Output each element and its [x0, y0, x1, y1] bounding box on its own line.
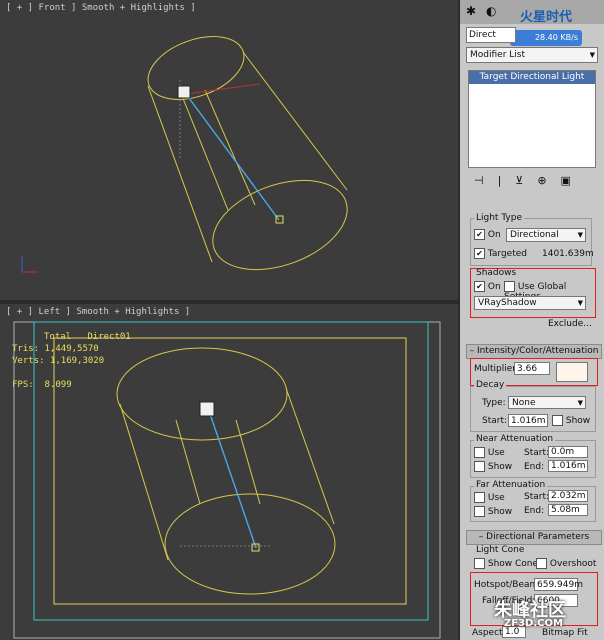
- near-use-checkbox[interactable]: Use: [474, 447, 505, 458]
- light-cone-title: Light Cone: [474, 545, 527, 555]
- chevron-down-icon: ▼: [577, 299, 583, 307]
- viewport-front[interactable]: [ + ] Front ] Smooth + Highlights ]: [0, 0, 458, 300]
- light-type-dropdown[interactable]: Directional ▼: [506, 228, 586, 242]
- chevron-down-icon: ▼: [577, 231, 583, 239]
- create-tab-icon[interactable]: ◐: [486, 4, 496, 18]
- overshoot-checkbox[interactable]: Overshoot: [536, 558, 596, 569]
- left-wireframe: [13, 321, 441, 639]
- decay-type-dropdown[interactable]: None ▼: [508, 396, 586, 409]
- far-end-label: End:: [524, 506, 545, 516]
- multiplier-spinner[interactable]: 3.66: [514, 362, 550, 375]
- rollout-directional[interactable]: – Directional Parameters: [466, 530, 602, 545]
- chevron-down-icon: ▼: [589, 51, 595, 59]
- viewport-left[interactable]: [ + ] Left ] Smooth + Highlights ] Total…: [0, 304, 458, 640]
- targeted-checkbox[interactable]: ✔ Targeted: [474, 248, 527, 259]
- light-icon: [177, 85, 191, 99]
- show-cone-checkbox[interactable]: Show Cone: [474, 558, 538, 569]
- rollout-intensity[interactable]: – Intensity/Color/Attenuation: [466, 344, 602, 359]
- near-end-label: End:: [524, 462, 545, 472]
- light-type-title: Light Type: [474, 213, 524, 223]
- decay-show-checkbox[interactable]: Show: [552, 415, 590, 426]
- far-end-spinner[interactable]: 5.08m: [548, 504, 588, 516]
- near-atten-title: Near Attenuation: [474, 434, 556, 444]
- stack-toolbar[interactable]: ⊣|⊻⊕▣: [474, 174, 594, 188]
- far-start-label: Start:: [524, 492, 550, 502]
- object-name-field[interactable]: Direct: [466, 27, 516, 43]
- decay-type-label: Type:: [482, 398, 506, 408]
- decay-title: Decay: [474, 380, 507, 390]
- decay-start-spinner[interactable]: 1.016m: [508, 414, 548, 427]
- far-show-checkbox[interactable]: Show: [474, 506, 512, 517]
- light-on-checkbox[interactable]: ✔ On: [474, 229, 501, 240]
- near-show-checkbox[interactable]: Show: [474, 461, 512, 472]
- stack-item[interactable]: Target Directional Light: [469, 71, 595, 84]
- modifier-list-dropdown[interactable]: Modifier List ▼: [466, 47, 598, 63]
- near-start-spinner[interactable]: 0.0m: [548, 446, 588, 458]
- near-start-label: Start:: [524, 448, 550, 458]
- watermark-url: ZF3D.COM: [504, 618, 563, 629]
- targeted-distance: 1401.639m: [542, 249, 594, 259]
- shadows-on-checkbox[interactable]: ✔ On: [474, 281, 501, 292]
- speed-badge: 28.40 KB/s: [510, 30, 582, 46]
- shadows-title: Shadows: [476, 268, 517, 278]
- watermark-logo: 火星时代: [520, 10, 573, 25]
- shadow-type-dropdown[interactable]: VRayShadow ▼: [474, 296, 586, 310]
- multiplier-label: Multiplier:: [474, 364, 519, 374]
- color-swatch[interactable]: [556, 362, 588, 382]
- near-end-spinner[interactable]: 1.016m: [548, 460, 588, 472]
- far-atten-title: Far Attenuation: [474, 480, 548, 490]
- hotspot-spinner[interactable]: 659.949m: [534, 578, 583, 591]
- gear-icon[interactable]: ✱: [466, 4, 476, 18]
- bitmap-fit-button[interactable]: Bitmap Fit: [542, 628, 588, 638]
- decay-start-label: Start:: [482, 416, 508, 426]
- front-wireframe: [21, 36, 348, 273]
- far-start-spinner[interactable]: 2.032m: [548, 490, 588, 502]
- light-icon: [199, 401, 215, 417]
- aspect-label: Aspect:: [472, 628, 506, 638]
- hotspot-label: Hotspot/Beam:: [474, 580, 542, 590]
- far-use-checkbox[interactable]: Use: [474, 492, 505, 503]
- exclude-button[interactable]: Exclude...: [548, 319, 592, 329]
- modifier-stack[interactable]: Target Directional Light: [468, 70, 596, 168]
- command-panel: ✱ ◐ 火星时代 28.40 KB/s Direct Modifier List…: [460, 0, 604, 640]
- chevron-down-icon: ▼: [577, 399, 583, 407]
